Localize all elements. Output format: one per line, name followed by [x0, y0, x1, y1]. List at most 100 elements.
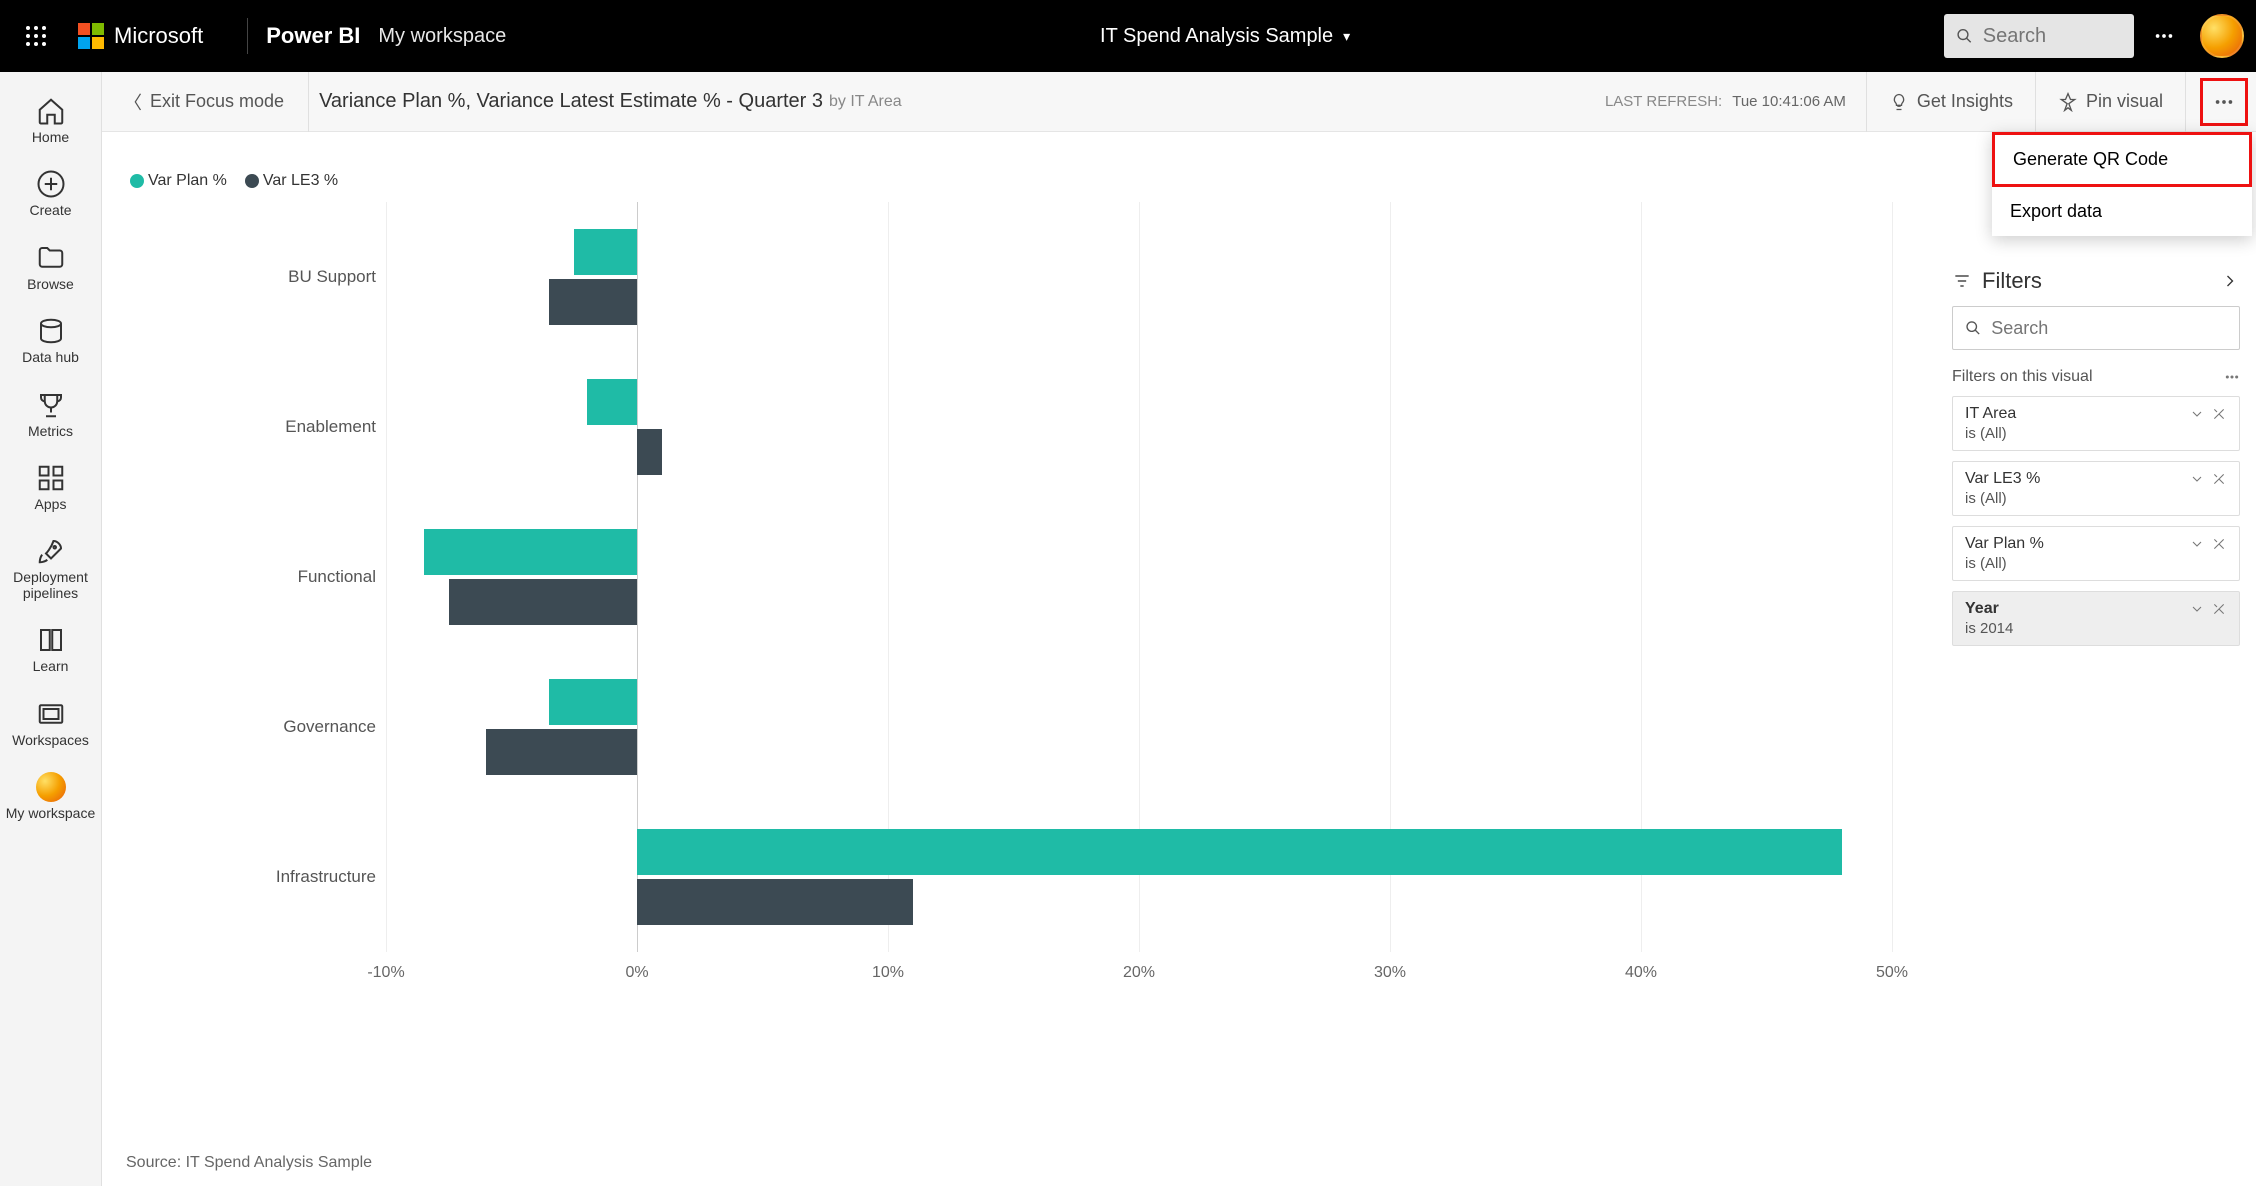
nav-label: Browse	[27, 277, 74, 292]
waffle-icon	[24, 24, 48, 48]
filter-value: is 2014	[1965, 620, 2227, 637]
home-icon	[36, 96, 66, 126]
nav-deployment-pipelines[interactable]: Deployment pipelines	[0, 524, 101, 613]
menu-generate-qr[interactable]: Generate QR Code	[1992, 132, 2252, 187]
workspace-breadcrumb[interactable]: My workspace	[378, 25, 506, 48]
nav-learn[interactable]: Learn	[0, 613, 101, 686]
chart-bar[interactable]	[637, 879, 913, 925]
folder-icon	[36, 243, 66, 273]
nav-label: Data hub	[22, 350, 79, 365]
more-horizontal-icon	[2213, 91, 2235, 113]
filters-title: Filters	[1982, 268, 2042, 294]
y-axis-category: Enablement	[246, 417, 376, 437]
clear-filter-icon[interactable]	[2211, 536, 2227, 552]
chart-bar[interactable]	[549, 679, 637, 725]
visual-title: Variance Plan %, Variance Latest Estimat…	[319, 90, 823, 113]
last-refresh-label: LAST REFRESH:	[1605, 93, 1722, 110]
chart-bar[interactable]	[549, 279, 637, 325]
chevron-right-icon[interactable]	[2220, 271, 2240, 291]
global-more-button[interactable]	[2140, 12, 2188, 60]
chart-bar[interactable]	[574, 229, 637, 275]
clear-filter-icon[interactable]	[2211, 406, 2227, 422]
user-avatar[interactable]	[2200, 14, 2244, 58]
nav-my-workspace[interactable]: My workspace	[0, 760, 101, 833]
global-search[interactable]	[1944, 14, 2134, 58]
last-refresh-value: Tue 10:41:06 AM	[1732, 93, 1846, 110]
chart-bar[interactable]	[449, 579, 637, 625]
chart-plot: -10%0%10%20%30%40%50%BU SupportEnablemen…	[246, 202, 1912, 992]
workspaces-icon	[36, 699, 66, 729]
nav-home[interactable]: Home	[0, 84, 101, 157]
report-title: IT Spend Analysis Sample	[1100, 25, 1333, 48]
visual-subtitle: by IT Area	[829, 93, 902, 111]
pin-visual-button[interactable]: Pin visual	[2046, 85, 2175, 118]
filter-card[interactable]: IT Area is (All)	[1952, 396, 2240, 451]
chevron-down-icon[interactable]	[2189, 536, 2205, 552]
nav-label: Metrics	[28, 424, 73, 439]
nav-label: Workspaces	[12, 733, 89, 748]
more-horizontal-icon[interactable]	[2224, 369, 2240, 385]
exit-focus-label: Exit Focus mode	[150, 91, 284, 112]
chart-legend: Var Plan % Var LE3 %	[130, 172, 1912, 190]
filters-pane: Filters Filters on this visual IT Area i…	[1936, 260, 2256, 1186]
legend-swatch-icon	[245, 174, 259, 188]
legend-item-var-le3[interactable]: Var LE3 %	[245, 172, 338, 190]
divider	[2185, 72, 2186, 132]
nav-create[interactable]: Create	[0, 157, 101, 230]
x-axis-tick: 0%	[625, 964, 648, 982]
nav-label: My workspace	[6, 806, 95, 821]
report-title-dropdown[interactable]: IT Spend Analysis Sample ▾	[506, 25, 1944, 48]
chart-bar[interactable]	[637, 429, 662, 475]
exit-focus-button[interactable]: 〈 Exit Focus mode	[110, 83, 298, 121]
chevron-down-icon[interactable]	[2189, 406, 2205, 422]
menu-export-data[interactable]: Export data	[1992, 187, 2252, 236]
nav-apps[interactable]: Apps	[0, 451, 101, 524]
global-search-input[interactable]	[1983, 25, 2122, 48]
filter-card[interactable]: Var LE3 % is (All)	[1952, 461, 2240, 516]
filter-card[interactable]: Var Plan % is (All)	[1952, 526, 2240, 581]
nav-workspaces[interactable]: Workspaces	[0, 687, 101, 760]
filter-name: Var LE3 %	[1965, 470, 2040, 488]
nav-metrics[interactable]: Metrics	[0, 378, 101, 451]
chart-bar[interactable]	[587, 379, 637, 425]
filters-section-title: Filters on this visual	[1952, 368, 2240, 386]
data-hub-icon	[36, 316, 66, 346]
x-axis-tick: 40%	[1625, 964, 1657, 982]
x-axis-tick: -10%	[367, 964, 404, 982]
pin-visual-label: Pin visual	[2086, 91, 2163, 112]
clear-filter-icon[interactable]	[2211, 601, 2227, 617]
filters-search-input[interactable]	[1991, 318, 2227, 339]
filter-card[interactable]: Year is 2014	[1952, 591, 2240, 646]
filter-icon	[1952, 271, 1972, 291]
chart-bar[interactable]	[637, 829, 1842, 875]
nav-label: Deployment pipelines	[4, 570, 97, 601]
get-insights-button[interactable]: Get Insights	[1877, 85, 2025, 118]
legend-item-var-plan[interactable]: Var Plan %	[130, 172, 227, 190]
product-label[interactable]: Power BI	[266, 23, 360, 49]
chart-bar[interactable]	[424, 529, 637, 575]
chart-bar[interactable]	[486, 729, 637, 775]
filters-search[interactable]	[1952, 306, 2240, 350]
left-nav: Home Create Browse Data hub Metrics Apps…	[0, 72, 102, 1186]
clear-filter-icon[interactable]	[2211, 471, 2227, 487]
nav-label: Learn	[33, 659, 69, 674]
chevron-down-icon[interactable]	[2189, 471, 2205, 487]
chevron-down-icon[interactable]	[2189, 601, 2205, 617]
filters-header[interactable]: Filters	[1952, 260, 2240, 306]
chevron-left-icon: 〈	[124, 89, 142, 115]
nav-browse[interactable]: Browse	[0, 231, 101, 304]
legend-label: Var Plan %	[148, 172, 227, 189]
brand-label: Microsoft	[114, 23, 203, 49]
visual-header: 〈 Exit Focus mode Variance Plan %, Varia…	[102, 72, 2256, 132]
filter-name: Var Plan %	[1965, 535, 2044, 553]
app-launcher-button[interactable]	[12, 12, 60, 60]
avatar-icon	[36, 772, 66, 802]
nav-data-hub[interactable]: Data hub	[0, 304, 101, 377]
nav-label: Create	[29, 203, 71, 218]
y-axis-category: Infrastructure	[246, 867, 376, 887]
global-header: Microsoft Power BI My workspace IT Spend…	[0, 0, 2256, 72]
visual-more-button[interactable]	[2200, 78, 2248, 126]
x-axis-tick: 10%	[872, 964, 904, 982]
filter-name: Year	[1965, 600, 1999, 618]
filter-value: is (All)	[1965, 555, 2227, 572]
